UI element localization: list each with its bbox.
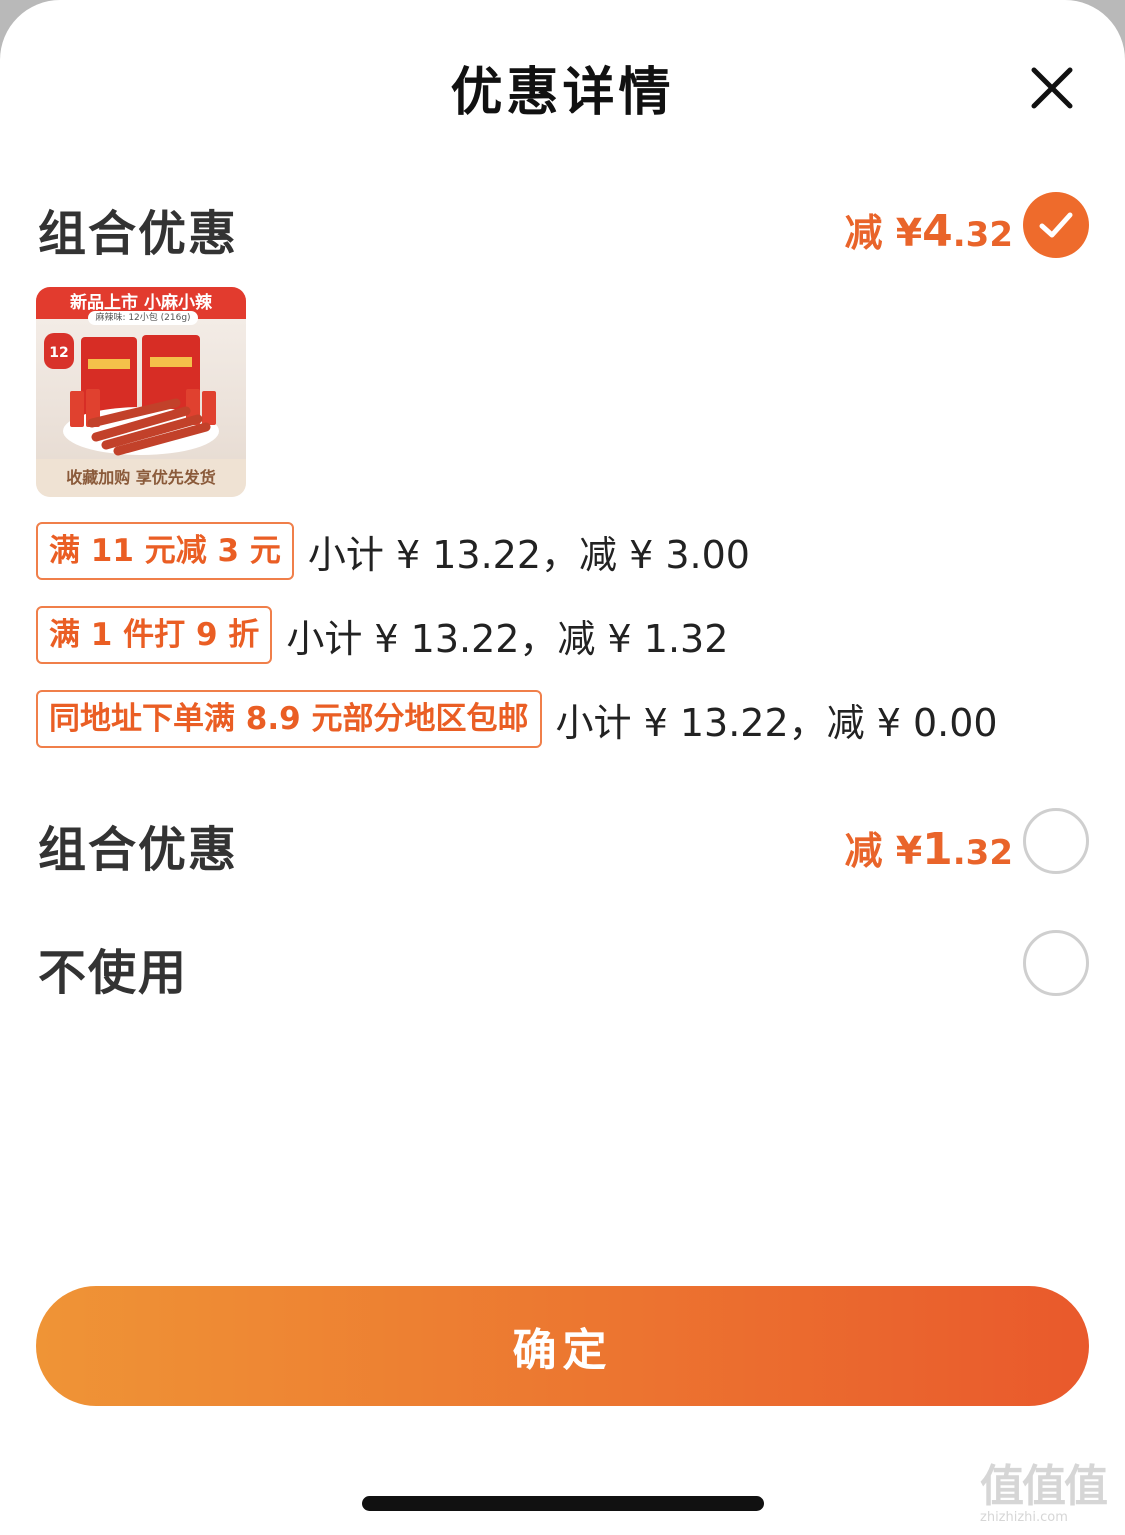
promotion-row: 同地址下单满 8.9 元部分地区包邮 小计 ¥ 13.22，减 ¥ 0.00	[36, 690, 998, 748]
product-thumbnail[interactable]: 新品上市 小麻小辣 麻辣味: 12小包 (216g) 12 收藏加购 享优先发货	[36, 287, 246, 497]
checkmark-icon	[1039, 212, 1073, 238]
option-radio-combo-1[interactable]	[1023, 192, 1089, 258]
option-title-none: 不使用	[38, 945, 189, 1001]
option-radio-combo-2[interactable]	[1023, 808, 1089, 874]
promotion-tag: 满 11 元减 3 元	[36, 522, 294, 580]
product-subtitle: 麻辣味: 12小包 (216g)	[88, 311, 198, 325]
promotion-row: 满 11 元减 3 元 小计 ¥ 13.22，减 ¥ 3.00	[36, 522, 750, 580]
discount-decimal: .32	[952, 833, 1013, 873]
product-count-badge: 12	[44, 333, 74, 369]
promotion-detail: 小计 ¥ 13.22，减 ¥ 1.32	[286, 616, 729, 661]
watermark-logo: 值值值	[980, 1461, 1108, 1512]
option-discount-combo-2: 减 ¥ 1 .32	[844, 820, 1013, 875]
discount-label: 减 ¥	[844, 829, 923, 873]
promotion-detail: 小计 ¥ 13.22，减 ¥ 3.00	[307, 532, 750, 577]
discount-label: 减 ¥	[844, 211, 923, 255]
watermark: 值值值 zhizhizhi.com	[980, 1450, 1120, 1530]
promotion-detail: 小计 ¥ 13.22，减 ¥ 0.00	[555, 700, 998, 745]
discount-integer: 4	[922, 206, 953, 257]
close-button[interactable]	[1024, 60, 1080, 116]
option-discount-combo-1: 减 ¥ 4 .32	[844, 202, 1013, 257]
promotion-row: 满 1 件打 9 折 小计 ¥ 13.22，减 ¥ 1.32	[36, 606, 728, 664]
option-radio-none[interactable]	[1023, 930, 1089, 996]
option-title-combo-1: 组合优惠	[38, 206, 239, 262]
product-footer: 收藏加购 享优先发货	[36, 459, 246, 497]
discount-integer: 1	[922, 824, 953, 875]
close-icon	[1031, 67, 1073, 109]
page-title: 优惠详情	[450, 63, 675, 123]
discount-details-sheet: 优惠详情 组合优惠 减 ¥ 4 .32 新品上市 小麻小辣 麻辣味: 12小包 …	[0, 0, 1125, 1535]
discount-decimal: .32	[952, 215, 1013, 255]
promotion-tag: 满 1 件打 9 折	[36, 606, 273, 664]
promotion-tag: 同地址下单满 8.9 元部分地区包邮	[36, 690, 542, 748]
option-title-combo-2: 组合优惠	[38, 822, 239, 878]
confirm-button[interactable]: 确定	[36, 1286, 1089, 1406]
home-indicator[interactable]	[362, 1496, 764, 1511]
